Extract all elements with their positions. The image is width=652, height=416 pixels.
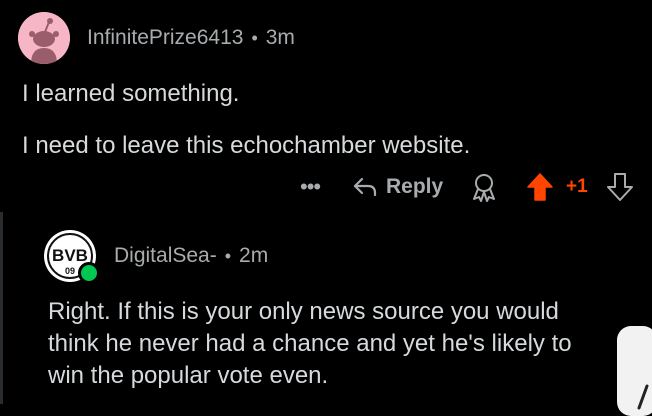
comment-action-bar: ••• Reply +1 [300,170,640,204]
reply-body-line: win the popular vote even. [48,362,329,389]
comment-body-line: I need to leave this echochamber website… [22,132,471,159]
snoo-avatar-icon [18,12,70,64]
pencil-icon [637,384,649,410]
svg-text:09: 09 [65,266,75,276]
reply-avatar[interactable]: BVB 09 [44,230,100,284]
more-options-button[interactable]: ••• [300,170,321,204]
award-icon [473,174,495,202]
upvote-button[interactable] [526,170,554,204]
reply-body-line: Right. If this is your only news source … [48,298,559,325]
svg-text:BVB: BVB [52,246,88,265]
reply-timestamp: 2m [239,244,269,267]
reply-label: Reply [386,175,444,198]
reply-username[interactable]: DigitalSea- [114,244,217,268]
comment-header: InfinitePrize6413 • 3m [18,12,295,64]
comment-body-line: I learned something. [22,80,240,107]
downvote-arrow-icon [607,173,633,201]
online-status-dot [78,262,100,284]
vote-score: +1 [566,176,588,197]
thread-line[interactable] [0,212,3,404]
separator-dot: • [251,27,258,48]
user-avatar[interactable] [18,12,70,64]
floating-overlay-card[interactable] [617,326,652,416]
reply-header: BVB 09 DigitalSea- • 2m [44,230,269,284]
reply-arrow-icon [353,177,377,197]
comment-timestamp: 3m [265,26,295,49]
comment-username[interactable]: InfinitePrize6413 [87,26,243,50]
reply-button[interactable]: Reply [352,170,443,204]
separator-dot: • [224,245,232,266]
reply-body-line: think he never had a chance and yet he's… [48,330,572,357]
award-button[interactable] [470,170,498,204]
downvote-button[interactable] [606,170,634,204]
upvote-arrow-icon [527,173,553,201]
